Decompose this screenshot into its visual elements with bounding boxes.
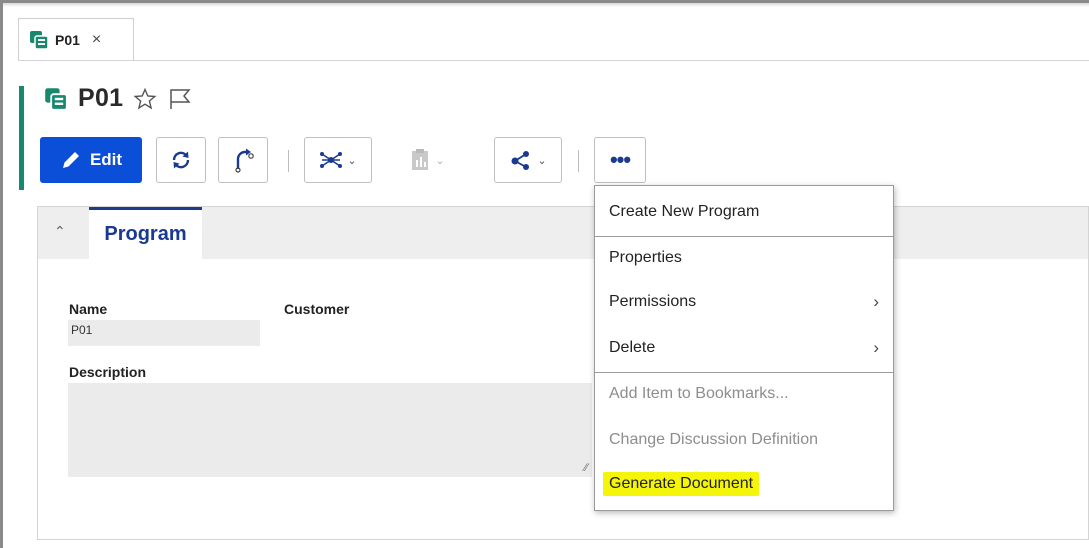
chevron-down-icon: ⌄	[537, 154, 547, 167]
structure-dropdown[interactable]: ⌄	[304, 137, 372, 183]
customer-label: Customer	[284, 301, 350, 317]
menu-item-delete[interactable]: Delete ›	[595, 328, 893, 368]
menu-item-label: Change Discussion Definition	[609, 431, 818, 448]
refresh-button[interactable]	[156, 137, 206, 183]
close-icon[interactable]: ×	[92, 31, 101, 48]
edit-button-label: Edit	[89, 150, 123, 169]
menu-item-properties[interactable]: Properties	[595, 238, 893, 278]
chevron-up-icon[interactable]: ⌃	[54, 223, 66, 240]
menu-item-label: Generate Document	[603, 472, 760, 496]
share-dropdown[interactable]: ⌄	[494, 137, 562, 183]
document-tab[interactable]: P01 ×	[18, 18, 134, 60]
report-icon	[412, 149, 429, 170]
name-value: P01	[71, 323, 93, 337]
tab-program-label: Program	[104, 223, 187, 245]
menu-item-change-discussion-definition: Change Discussion Definition	[595, 420, 893, 460]
menu-item-label: Delete	[609, 339, 656, 356]
report-dropdown: ⌄	[392, 137, 462, 183]
edit-button[interactable]: Edit	[40, 137, 142, 183]
tab-program[interactable]: Program	[89, 207, 202, 259]
menu-item-label: Add Item to Bookmarks...	[609, 385, 789, 402]
description-field[interactable]: ∕∕	[68, 383, 592, 477]
promote-icon	[235, 148, 254, 173]
tab-label: P01	[55, 31, 80, 48]
menu-item-add-to-bookmarks: Add Item to Bookmarks...	[595, 374, 893, 414]
more-button[interactable]: •••	[594, 137, 646, 183]
toolbar-separator	[578, 150, 579, 172]
name-label: Name	[69, 301, 108, 317]
pencil-icon	[62, 152, 79, 168]
flag-icon[interactable]	[167, 87, 193, 111]
title-accent-bar	[19, 86, 24, 190]
menu-divider	[595, 236, 893, 237]
menu-divider	[595, 372, 893, 373]
program-icon	[30, 30, 49, 50]
program-icon	[45, 87, 68, 111]
structure-icon	[320, 152, 343, 168]
menu-item-label: Properties	[609, 249, 682, 266]
content-panel: ⌃ Program Name P01 Customer Description …	[37, 206, 1089, 540]
section-header: ⌃ Program	[38, 207, 1088, 259]
refresh-icon	[172, 151, 190, 169]
chevron-right-icon: ›	[873, 292, 879, 311]
promote-button[interactable]	[218, 137, 268, 183]
menu-item-label: Create New Program	[609, 203, 760, 220]
menu-item-generate-document[interactable]: Generate Document	[595, 464, 893, 504]
page-title: P01	[78, 84, 124, 112]
name-field[interactable]: P01	[68, 320, 260, 346]
resize-handle-icon[interactable]: ∕∕	[584, 462, 588, 474]
toolbar-separator	[288, 150, 289, 172]
share-icon	[511, 151, 530, 170]
more-actions-menu: Create New Program Properties Permission…	[594, 185, 894, 511]
description-label: Description	[69, 364, 147, 380]
chevron-down-icon: ⌄	[347, 154, 357, 167]
menu-item-create-new-program[interactable]: Create New Program	[595, 192, 893, 232]
menu-item-label: Permissions	[609, 293, 697, 310]
more-icon: •••	[609, 147, 631, 172]
chevron-down-icon: ⌄	[435, 154, 445, 167]
chevron-right-icon: ›	[873, 338, 879, 357]
menu-item-permissions[interactable]: Permissions ›	[595, 282, 893, 322]
page-header: P01	[44, 84, 193, 113]
star-icon[interactable]	[133, 87, 157, 111]
tab-divider	[18, 60, 1089, 61]
